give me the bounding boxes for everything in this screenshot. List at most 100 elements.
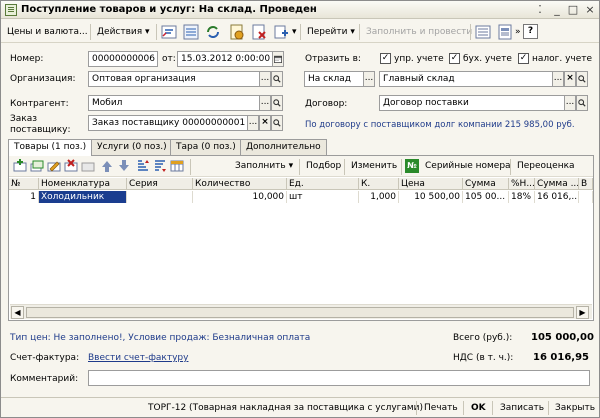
ok-button[interactable]: OK	[467, 400, 490, 416]
calendar-button[interactable]	[272, 51, 284, 67]
sort-descending-icon[interactable]	[153, 159, 167, 173]
column-header-item[interactable]: Номенклатура	[39, 178, 127, 190]
organization-field[interactable]: Оптовая организация	[88, 71, 260, 87]
tab-bar: Товары (1 поз.) Услуги (0 поз.) Тара (0 …	[8, 139, 594, 156]
list-settings-icon[interactable]	[475, 24, 491, 40]
print-button[interactable]: Печать	[420, 400, 462, 416]
post-document-icon[interactable]	[229, 24, 245, 40]
change-button[interactable]: Изменить	[348, 158, 400, 175]
add-row-icon[interactable]	[13, 159, 27, 173]
scroll-thumb[interactable]	[26, 307, 574, 318]
cell-item[interactable]: Холодильник	[39, 191, 127, 203]
table-row[interactable]: 1 Холодильник 10,000 шт 1,000 10 500,00 …	[9, 191, 593, 203]
unpost-document-icon[interactable]	[251, 24, 267, 40]
window-menu-button[interactable]: ⁚	[533, 3, 547, 16]
column-header-price[interactable]: Цена	[399, 178, 463, 190]
maximize-button[interactable]: □	[566, 3, 580, 16]
warehouse-clear-button[interactable]: ×	[564, 71, 576, 87]
actions-menu-button[interactable]: Действия ▾	[94, 23, 153, 41]
sort-ascending-icon[interactable]	[136, 159, 150, 173]
torg12-print-button[interactable]: ТОРГ-12 (Товарная накладная за поставщик…	[144, 400, 427, 416]
create-based-on-icon[interactable]	[273, 24, 289, 40]
cell-number[interactable]: 1	[9, 191, 39, 203]
fill-and-post-button[interactable]: Заполнить и провести	[363, 23, 475, 41]
contract-field[interactable]: Договор поставки	[379, 95, 565, 111]
column-header-unit[interactable]: Ед.	[287, 178, 359, 190]
help-button[interactable]: ?	[523, 24, 538, 39]
minimize-button[interactable]: _	[550, 3, 564, 16]
warehouse-type-select-button[interactable]: ...	[363, 71, 375, 87]
contract-debt-link[interactable]: По договору с поставщиком долг компании …	[305, 119, 575, 131]
column-header-vat-amount[interactable]: Сумма ...	[535, 178, 579, 190]
date-field[interactable]: 15.03.2012 0:00:00	[177, 51, 273, 67]
number-field[interactable]: 00000000006	[88, 51, 158, 67]
contractor-select-button[interactable]: ...	[259, 95, 271, 111]
serial-numbers-button[interactable]: Серийные номера	[422, 158, 514, 175]
comment-field[interactable]	[88, 370, 590, 386]
cell-total[interactable]	[579, 191, 593, 203]
move-up-icon[interactable]	[100, 159, 114, 173]
goto-menu-button[interactable]: Перейти ▾	[304, 23, 358, 41]
column-header-amount[interactable]: Сумма	[463, 178, 509, 190]
scroll-right-arrow-icon[interactable]: ▶	[576, 306, 589, 319]
revaluation-button[interactable]: Переоценка	[514, 158, 578, 175]
save-button[interactable]: Записать	[496, 400, 548, 416]
column-header-vat-rate[interactable]: %Н...	[509, 178, 535, 190]
close-window-button[interactable]: ×	[583, 3, 597, 16]
cell-quantity[interactable]: 10,000	[193, 191, 287, 203]
cell-vat-rate[interactable]: 18%	[509, 191, 535, 203]
column-header-series[interactable]: Серия	[127, 178, 193, 190]
column-header-coefficient[interactable]: К.	[359, 178, 399, 190]
end-edit-icon[interactable]	[81, 159, 95, 173]
contract-open-button[interactable]	[576, 95, 588, 111]
more-toolbar-button[interactable]: »	[512, 23, 524, 41]
structure-icon[interactable]	[161, 24, 177, 40]
tab-goods[interactable]: Товары (1 поз.)	[8, 139, 93, 156]
cell-coefficient[interactable]: 1,000	[359, 191, 399, 203]
selection-button[interactable]: Подбор	[303, 158, 344, 175]
cell-vat-amount[interactable]: 16 016,...	[535, 191, 579, 203]
delete-row-icon[interactable]	[64, 159, 78, 173]
edit-row-icon[interactable]	[47, 159, 61, 173]
management-accounting-checkbox[interactable]: ✓	[380, 53, 391, 64]
contract-select-button[interactable]: ...	[564, 95, 576, 111]
contractor-field[interactable]: Мобил	[88, 95, 260, 111]
fill-table-button[interactable]: Заполнить ▾	[232, 158, 296, 175]
warehouse-open-button[interactable]	[576, 71, 588, 87]
cell-price[interactable]: 10 500,00	[399, 191, 463, 203]
price-type-info-link[interactable]: Тип цен: Не заполнено!, Условие продаж: …	[10, 332, 310, 344]
enter-invoice-link[interactable]: Ввести счет-фактуру	[88, 352, 188, 364]
supplier-order-select-button[interactable]: ...	[247, 115, 259, 131]
supplier-order-clear-button[interactable]: ×	[259, 115, 271, 131]
horizontal-scrollbar[interactable]: ◀ ▶	[10, 304, 592, 319]
warehouse-type-field[interactable]: На склад	[304, 71, 364, 87]
column-header-number[interactable]: №	[9, 178, 39, 190]
prices-currency-button[interactable]: Цены и валюта...	[4, 23, 91, 41]
table-settings-icon[interactable]	[170, 159, 184, 173]
contractor-open-button[interactable]	[271, 95, 283, 111]
warehouse-field[interactable]: Главный склад	[379, 71, 553, 87]
refresh-icon[interactable]	[205, 24, 221, 40]
create-based-on-dropdown-icon[interactable]: ▾	[289, 23, 300, 41]
scroll-left-arrow-icon[interactable]: ◀	[11, 306, 24, 319]
cell-series[interactable]	[127, 191, 193, 203]
warehouse-select-button[interactable]: ...	[552, 71, 564, 87]
accounting-checkbox[interactable]: ✓	[449, 53, 460, 64]
tab-services[interactable]: Услуги (0 поз.)	[91, 139, 173, 155]
organization-select-button[interactable]: ...	[259, 71, 271, 87]
close-button[interactable]: Закрыть	[551, 400, 599, 416]
supplier-order-open-button[interactable]	[271, 115, 283, 131]
movements-icon[interactable]	[183, 24, 199, 40]
column-header-total[interactable]: В	[579, 178, 593, 190]
copy-row-icon[interactable]	[30, 159, 44, 173]
tax-accounting-checkbox[interactable]: ✓	[518, 53, 529, 64]
print-settings-icon[interactable]	[497, 24, 513, 40]
cell-amount[interactable]: 105 00...	[463, 191, 509, 203]
tab-containers[interactable]: Тара (0 поз.)	[170, 139, 242, 155]
tab-additional[interactable]: Дополнительно	[240, 139, 327, 155]
supplier-order-field[interactable]: Заказ поставщику 00000000001 о	[88, 115, 248, 131]
move-down-icon[interactable]	[117, 159, 131, 173]
organization-open-button[interactable]	[271, 71, 283, 87]
cell-unit[interactable]: шт	[287, 191, 359, 203]
column-header-quantity[interactable]: Количество	[193, 178, 287, 190]
